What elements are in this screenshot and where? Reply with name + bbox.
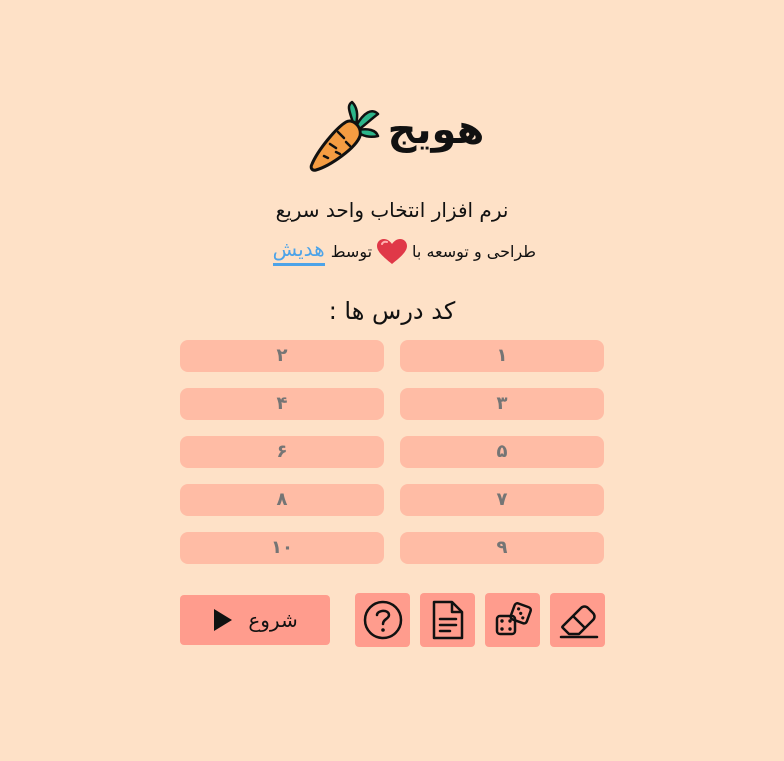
dice-icon [495,602,532,636]
course-code-input-6[interactable] [180,436,384,468]
app-title: هویج [387,107,485,153]
app-subtitle: نرم افزار انتخاب واحد سریع [275,198,509,222]
carrot-icon [309,100,380,172]
course-codes-label: کد درس ها : [328,297,456,325]
course-code-input-10[interactable] [180,532,384,564]
course-code-input-5[interactable] [400,436,604,468]
course-code-input-1[interactable] [400,340,604,372]
dice-button[interactable] [485,593,540,647]
document-icon [432,600,463,640]
play-icon [214,609,233,631]
course-code-input-4[interactable] [180,388,384,420]
author-link[interactable]: هدیش [272,239,325,266]
help-button[interactable] [355,593,410,647]
course-code-input-8[interactable] [180,484,384,516]
start-button[interactable]: شروع [180,595,330,645]
clear-button[interactable] [550,593,605,647]
question-circle-icon [363,600,402,640]
heart-icon [377,239,408,264]
eraser-icon [559,605,598,639]
course-code-input-3[interactable] [400,388,604,420]
course-code-input-7[interactable] [400,484,604,516]
title-wrap: هویج [300,96,490,174]
credits-by: توسط [330,242,373,261]
credits-prefix: طراحی و توسعه با [412,242,536,261]
course-code-input-9[interactable] [400,532,604,564]
app-header: هویج [0,96,784,174]
credits-line: طراحی و توسعه با توسط هدیش [248,234,536,270]
document-button[interactable] [420,593,475,647]
course-code-input-2[interactable] [180,340,384,372]
start-label: شروع [248,608,298,632]
